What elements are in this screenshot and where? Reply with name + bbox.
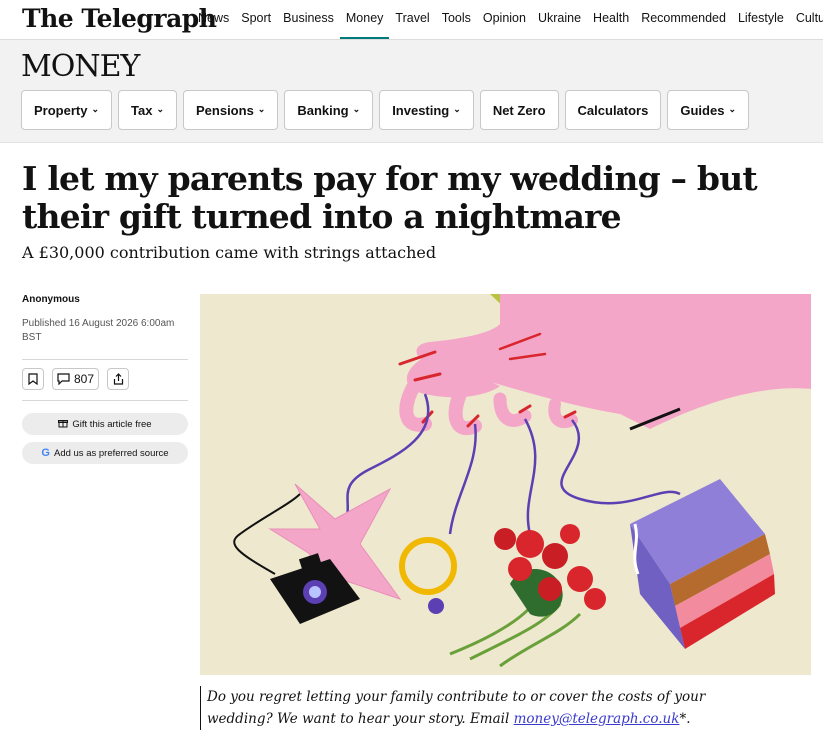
gift-label: Gift this article free (72, 418, 152, 430)
subnav-net-zero[interactable]: Net Zero (479, 90, 559, 130)
chevron-down-icon: ⌄ (156, 103, 164, 114)
section-title[interactable]: MONEY (21, 49, 140, 84)
share-icon (113, 373, 124, 385)
nav-item-recommended[interactable]: Recommended (635, 0, 732, 39)
top-bar: The Telegraph News Sport Business Money … (0, 0, 823, 40)
nav-item-health[interactable]: Health (587, 0, 635, 39)
google-icon: G (41, 447, 50, 459)
section-header: MONEY Property ⌄ Tax ⌄ Pensions ⌄ Banking ⌄ … (0, 40, 823, 143)
nav-item-sport[interactable]: Sport (235, 0, 277, 39)
nav-item-tools[interactable]: Tools (436, 0, 477, 39)
nav-item-ukraine[interactable]: Ukraine (532, 0, 587, 39)
article-standfirst: A £30,000 contribution came with strings… (22, 243, 437, 262)
bookmark-icon (28, 373, 38, 385)
subnav-calculators[interactable]: Calculators (564, 90, 662, 130)
publish-date: Published 16 August 2026 6:00am BST (22, 317, 188, 360)
chevron-down-icon: ⌄ (453, 103, 461, 114)
subnav-banking[interactable]: Banking ⌄ (284, 90, 374, 130)
subnav-label: Guides (680, 102, 725, 118)
callout-email-link[interactable]: money@telegraph.co.uk (514, 711, 680, 727)
comments-button[interactable]: 807 (52, 368, 100, 390)
illustration-svg (233, 294, 811, 668)
subnav-label: Net Zero (492, 102, 546, 118)
gift-icon (58, 418, 69, 431)
subnav-label: Tax (131, 102, 153, 118)
nav-item-news[interactable]: News (192, 0, 235, 39)
chevron-down-icon: ⌄ (352, 103, 361, 114)
nav-item-travel[interactable]: Travel (389, 0, 435, 39)
chevron-down-icon: ⌄ (728, 103, 736, 114)
subnav-guides[interactable]: Guides ⌄ (667, 90, 749, 130)
chevron-down-icon: ⌄ (91, 103, 100, 114)
nav-item-culture[interactable]: Culture (790, 0, 823, 39)
subnav-label: Property (34, 102, 88, 118)
subnav-label: Pensions (196, 102, 254, 118)
preferred-source-button[interactable]: G Add us as preferred source (22, 442, 188, 464)
subnav-label: Banking (297, 102, 349, 118)
subnav-label: Investing (392, 102, 450, 118)
chevron-down-icon: ⌄ (257, 103, 266, 114)
section-subnav: Property ⌄ Tax ⌄ Pensions ⌄ Banking ⌄ Invest… (21, 90, 749, 130)
article-actions: 807 (22, 360, 188, 401)
gift-article-button[interactable]: Gift this article free (22, 413, 188, 435)
subnav-label: Calculators (577, 102, 649, 118)
article-headline: I let my parents pay for my wedding – bu… (22, 159, 758, 236)
preferred-source-label: Add us as preferred source (53, 447, 169, 459)
reader-callout: Do you regret letting your family contri… (200, 686, 760, 730)
nav-item-opinion[interactable]: Opinion (477, 0, 532, 39)
subnav-pensions[interactable]: Pensions ⌄ (183, 90, 279, 130)
nav-item-business[interactable]: Business (277, 0, 340, 39)
telegraph-logo[interactable]: The Telegraph (22, 4, 217, 33)
byline: Anonymous Published 16 August 2026 6:00a… (22, 294, 188, 464)
save-button[interactable] (22, 368, 44, 390)
article-illustration (200, 294, 811, 675)
nav-item-lifestyle[interactable]: Lifestyle (732, 0, 790, 39)
author-name[interactable]: Anonymous (22, 294, 188, 305)
callout-suffix: *. (679, 711, 691, 727)
share-button[interactable] (107, 368, 130, 390)
main-nav: News Sport Business Money Travel Tools O… (192, 0, 823, 39)
nav-item-money[interactable]: Money (339, 0, 390, 39)
subnav-tax[interactable]: Tax ⌄ (118, 90, 177, 130)
subnav-property[interactable]: Property ⌄ (21, 90, 113, 130)
comment-count: 807 (74, 372, 95, 386)
subnav-investing[interactable]: Investing ⌄ (379, 90, 474, 130)
comment-icon (57, 373, 70, 385)
